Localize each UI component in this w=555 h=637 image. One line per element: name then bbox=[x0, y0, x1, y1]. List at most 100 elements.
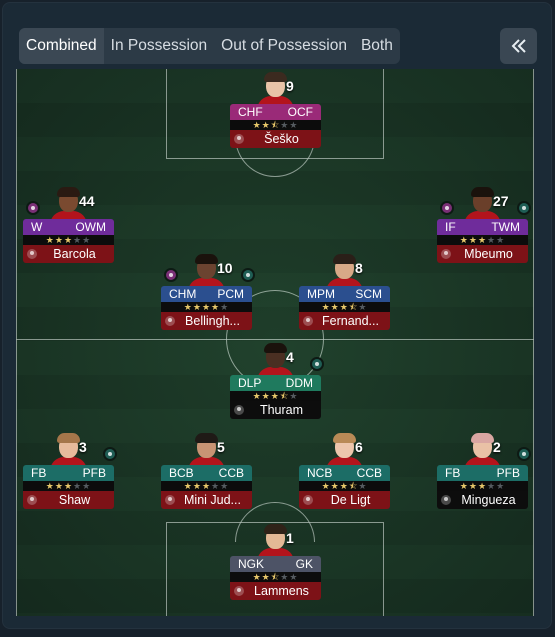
collapse-panel-button[interactable] bbox=[500, 28, 537, 64]
player-card-mini-jud[interactable]: 5 BCB CCB ★★★★★ Mini Jud... bbox=[161, 433, 252, 509]
role-bar: FB PFB bbox=[23, 465, 114, 481]
star-icon: ★ bbox=[468, 481, 478, 491]
out-of-possession-role: PCM bbox=[217, 287, 244, 301]
out-of-possession-role: TWM bbox=[491, 220, 520, 234]
player-card-barcola[interactable]: 44 W OWM ★★★★★ Barcola bbox=[23, 187, 114, 263]
star-icon: ★ bbox=[192, 302, 202, 312]
person-icon bbox=[27, 249, 37, 259]
out-of-possession-role: GK bbox=[295, 557, 313, 571]
star-icon: ★ bbox=[487, 235, 497, 245]
person-icon bbox=[441, 495, 451, 505]
trait-badge-icon bbox=[440, 201, 454, 215]
role-bar: DLP DDM bbox=[230, 375, 321, 391]
role-bar: CHM PCM bbox=[161, 286, 252, 302]
star-icon: ★ bbox=[82, 235, 92, 245]
person-icon bbox=[234, 134, 244, 144]
player-card-sesko[interactable]: 9 CHF OCF ★★⯪★★ Šeško bbox=[230, 72, 321, 148]
star-icon: ★ bbox=[321, 302, 331, 312]
star-icon: ★ bbox=[211, 302, 221, 312]
player-name: Fernand... bbox=[322, 314, 379, 328]
star-icon: ★ bbox=[339, 481, 349, 491]
star-icon: ★ bbox=[192, 481, 202, 491]
player-card-thuram[interactable]: 4 DLP DDM ★★★⯪★ Thuram bbox=[230, 343, 324, 419]
star-rating: ★★★★★ bbox=[437, 235, 528, 245]
star-icon: ★ bbox=[280, 120, 290, 130]
player-card-de-ligt[interactable]: 6 NCB CCB ★★★⯪★ De Ligt bbox=[299, 433, 390, 509]
player-name: De Ligt bbox=[330, 493, 371, 507]
star-icon: ★ bbox=[459, 481, 469, 491]
star-icon: ★ bbox=[220, 302, 230, 312]
player-card-shaw[interactable]: 3 FB PFB ★★★★★ Shaw bbox=[23, 433, 117, 509]
shirt-number: 1 bbox=[286, 530, 294, 546]
star-icon: ★ bbox=[183, 481, 193, 491]
player-name: Thuram bbox=[259, 403, 304, 417]
player-name-bar: Šeško bbox=[230, 130, 321, 148]
star-icon: ★ bbox=[358, 302, 368, 312]
shirt-number: 3 bbox=[79, 439, 87, 455]
star-icon: ★ bbox=[289, 120, 299, 130]
player-name-bar: Fernand... bbox=[299, 312, 390, 330]
double-chevron-left-icon bbox=[511, 39, 526, 53]
player-name-bar: Bellingh... bbox=[161, 312, 252, 330]
player-card-mbeumo[interactable]: 27 IF TWM ★★★★★ Mbeumo bbox=[437, 187, 531, 263]
star-icon: ★ bbox=[183, 302, 193, 312]
trait-badge-icon bbox=[517, 447, 531, 461]
player-card-lammens[interactable]: 1 NGK GK ★★⯪★★ Lammens bbox=[230, 524, 321, 600]
person-icon bbox=[27, 495, 37, 505]
star-rating: ★★★★★ bbox=[437, 481, 528, 491]
out-of-possession-role: PFB bbox=[496, 466, 520, 480]
player-name-bar: Thuram bbox=[230, 401, 321, 419]
tab-both[interactable]: Both bbox=[354, 28, 400, 64]
star-icon: ⯪ bbox=[348, 302, 359, 312]
person-icon bbox=[303, 316, 313, 326]
in-possession-role: DLP bbox=[238, 376, 262, 390]
role-bar: FB PFB bbox=[437, 465, 528, 481]
player-card-mingueza[interactable]: 2 FB PFB ★★★★★ Mingueza bbox=[437, 433, 531, 509]
star-icon: ★ bbox=[63, 235, 74, 245]
star-icon: ★ bbox=[211, 481, 221, 491]
in-possession-role: IF bbox=[445, 220, 456, 234]
player-name-bar: Mbeumo bbox=[437, 245, 528, 263]
out-of-possession-role: CCB bbox=[356, 466, 382, 480]
player-name: Mini Jud... bbox=[184, 493, 241, 507]
player-card-fernandes[interactable]: 8 MPM SCM ★★★⯪★ Fernand... bbox=[299, 254, 390, 330]
player-card-bellingham[interactable]: 10 CHM PCM ★★★★★ Bellingh... bbox=[161, 254, 255, 330]
player-name: Barcola bbox=[53, 247, 96, 261]
star-icon: ⯪ bbox=[348, 481, 359, 491]
in-possession-role: NGK bbox=[238, 557, 265, 571]
person-icon bbox=[165, 316, 175, 326]
star-icon: ★ bbox=[289, 572, 299, 582]
tab-out-of-possession[interactable]: Out of Possession bbox=[214, 28, 354, 64]
shirt-number: 4 bbox=[286, 349, 294, 365]
in-possession-role: CHF bbox=[238, 105, 263, 119]
star-icon: ⯪ bbox=[270, 572, 281, 582]
star-icon: ★ bbox=[459, 235, 469, 245]
trait-badge-icon bbox=[517, 201, 531, 215]
trait-badge-icon bbox=[164, 268, 178, 282]
player-name-bar: De Ligt bbox=[299, 491, 390, 509]
star-icon: ★ bbox=[252, 572, 262, 582]
shirt-number: 27 bbox=[493, 193, 509, 209]
star-icon: ★ bbox=[468, 235, 478, 245]
star-icon: ★ bbox=[477, 481, 488, 491]
star-icon: ★ bbox=[45, 235, 55, 245]
role-bar: NCB CCB bbox=[299, 465, 390, 481]
in-possession-role: FB bbox=[31, 466, 47, 480]
player-name: Mingueza bbox=[461, 493, 516, 507]
shirt-number: 8 bbox=[355, 260, 363, 276]
star-icon: ★ bbox=[270, 391, 280, 401]
star-icon: ★ bbox=[321, 481, 331, 491]
in-possession-role: FB bbox=[445, 466, 461, 480]
shirt-number: 6 bbox=[355, 439, 363, 455]
player-name: Šeško bbox=[264, 132, 299, 146]
star-icon: ★ bbox=[252, 391, 262, 401]
tab-combined[interactable]: Combined bbox=[19, 28, 104, 64]
person-icon bbox=[234, 586, 244, 596]
star-icon: ★ bbox=[487, 481, 497, 491]
tab-in-possession[interactable]: In Possession bbox=[104, 28, 215, 64]
shirt-number: 2 bbox=[493, 439, 501, 455]
star-icon: ★ bbox=[54, 481, 64, 491]
role-bar: BCB CCB bbox=[161, 465, 252, 481]
role-bar: NGK GK bbox=[230, 556, 321, 572]
trait-badge-icon bbox=[310, 357, 324, 371]
